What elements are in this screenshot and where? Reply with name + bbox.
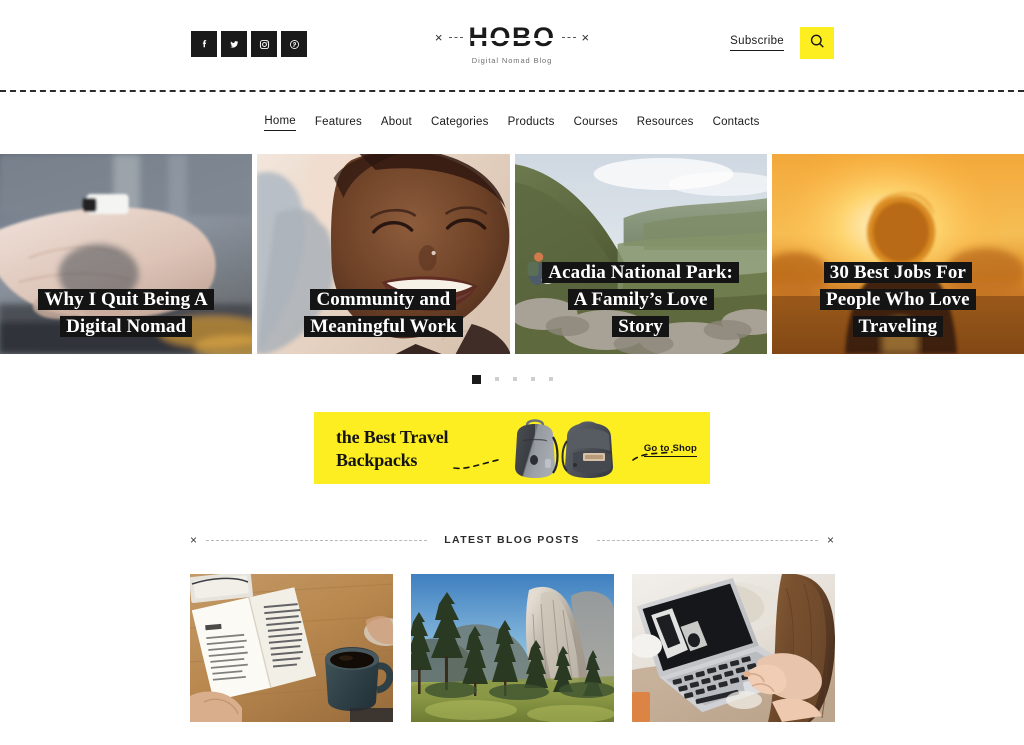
logo-dash-left [448, 37, 463, 38]
divider-line-left [206, 539, 428, 541]
post-card-1[interactable] [189, 574, 393, 722]
promo-headline: the Best Travel Backpacks [336, 427, 449, 471]
nav-item-resources[interactable]: Resources [637, 116, 694, 131]
hero-slide-2-title: Community and Meaningful Work [310, 288, 457, 337]
promo-banner-wrap: the Best Travel Backpacks Go to Shop [0, 412, 1024, 484]
post-card-2[interactable] [410, 574, 614, 722]
latest-posts-grid [0, 574, 1024, 722]
slider-dot-1[interactable] [471, 374, 481, 384]
main-navigation: Home Features About Categories Products … [0, 92, 1024, 154]
hero-slider: Why I Quit Being A Digital Nomad Communi… [0, 154, 1024, 354]
divider-mark-right-icon: × [827, 533, 835, 547]
hero-slide-3-title: Acadia National Park: A Family’s Love St… [548, 261, 733, 337]
hero-slide-1-title: Why I Quit Being A Digital Nomad [44, 288, 208, 337]
subscribe-link[interactable]: Subscribe [730, 35, 784, 51]
site-header: × HOBO × Digital Nomad Blog Subscribe [0, 0, 1024, 90]
latest-posts-divider: × LATEST BLOG POSTS × [0, 534, 1024, 546]
logo-dash-right [561, 37, 576, 38]
hero-slide-2[interactable]: Community and Meaningful Work [257, 154, 510, 354]
divider-mark-left-icon: × [190, 533, 198, 547]
logo-mark-right-icon: × [581, 30, 590, 45]
hero-slide-3[interactable]: Acadia National Park: A Family’s Love St… [514, 154, 767, 354]
hero-slide-4-title: 30 Best Jobs For People Who Love Traveli… [826, 261, 970, 337]
promo-cta-link[interactable]: Go to Shop [643, 443, 697, 457]
site-logo[interactable]: × HOBO × Digital Nomad Blog [0, 22, 1024, 66]
nav-item-features[interactable]: Features [315, 116, 362, 131]
slider-dot-5[interactable] [548, 377, 553, 381]
logo-title: HOBO [468, 22, 556, 52]
hero-slide-1[interactable]: Why I Quit Being A Digital Nomad [0, 154, 253, 354]
nav-item-products[interactable]: Products [508, 116, 555, 131]
post-card-3[interactable] [631, 574, 835, 722]
nav-item-courses[interactable]: Courses [574, 116, 618, 131]
slider-dot-2[interactable] [494, 377, 499, 381]
promo-banner[interactable]: the Best Travel Backpacks Go to Shop [314, 412, 710, 484]
nav-item-contacts[interactable]: Contacts [713, 116, 760, 131]
slider-pagination [0, 354, 1024, 404]
slider-dot-4[interactable] [530, 377, 535, 381]
post-card-3-thumbnail [631, 574, 835, 722]
divider-line-right [596, 539, 818, 541]
post-card-2-thumbnail [410, 574, 614, 722]
promo-dashed-arrow-left [453, 458, 503, 470]
hero-slide-4[interactable]: 30 Best Jobs For People Who Love Traveli… [771, 154, 1024, 354]
nav-item-home[interactable]: Home [264, 115, 296, 131]
search-button[interactable] [800, 27, 834, 59]
promo-backpacks-image [499, 417, 634, 481]
nav-item-about[interactable]: About [381, 116, 412, 131]
logo-mark-left-icon: × [434, 30, 443, 45]
slider-dot-3[interactable] [512, 377, 517, 381]
logo-tagline: Digital Nomad Blog [471, 56, 553, 65]
post-card-1-thumbnail [189, 574, 393, 722]
search-icon [808, 32, 827, 54]
section-title: LATEST BLOG POSTS [444, 534, 580, 546]
header-actions: Subscribe [730, 27, 834, 59]
nav-item-categories[interactable]: Categories [431, 116, 489, 131]
